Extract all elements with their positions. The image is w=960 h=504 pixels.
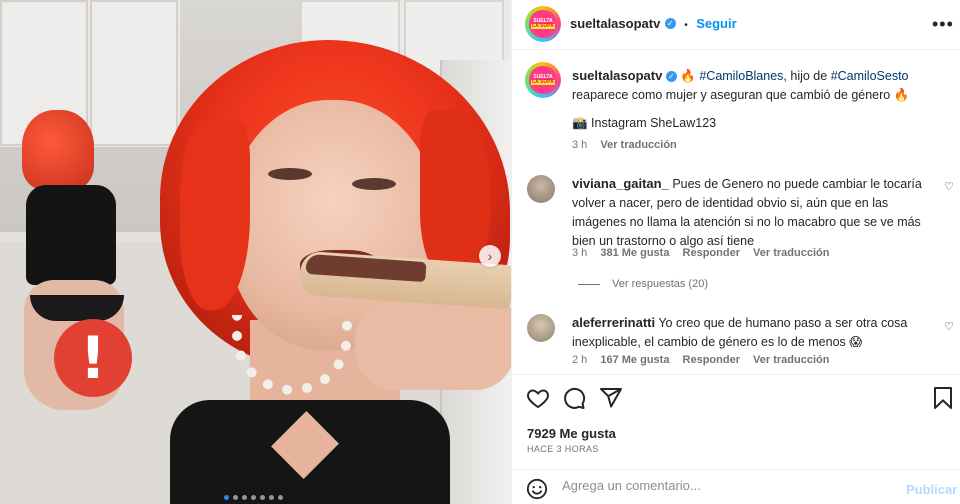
reflection-garment [30,295,124,321]
view-replies-button[interactable]: Ver respuestas (20) [612,278,708,290]
post-timestamp: HACE 3 HORAS [527,444,599,454]
carousel-dot [224,495,229,500]
logo-text: LA SOPA [531,78,555,85]
comment-username[interactable]: viviana_gaitan_ [572,176,669,191]
actions-divider [512,374,960,375]
heart-icon[interactable]: ♡ [944,180,954,193]
comment-input[interactable] [562,478,862,493]
post-header: SUELTA LA SOPA sueltalasopatv ✓ • Seguir… [512,0,960,50]
caption-username[interactable]: sueltalasopatv [572,68,662,83]
warning-icon: ! [54,319,132,397]
comment-icon[interactable] [562,386,586,410]
post-details-panel: SUELTA LA SOPA sueltalasopatv ✓ • Seguir… [511,0,960,504]
eye [268,168,312,180]
comment-body: viviana_gaitan_ Pues de Genero no puede … [572,174,942,251]
comment-username[interactable]: aleferrerinatti [572,315,655,330]
comment-bar: Publicar [512,469,960,504]
avatar[interactable]: SUELTA LA SOPA [525,6,561,42]
reflection-hair [22,110,94,190]
hair-strand [180,120,250,310]
carousel-indicator [224,495,283,500]
avatar[interactable] [527,175,555,203]
verified-badge-icon: ✓ [664,18,676,30]
carousel-dot [233,495,238,500]
replies-divider [578,284,600,285]
reply-button[interactable]: Responder [683,247,740,259]
heart-icon[interactable] [526,386,550,410]
post-caption: sueltalasopatv ✓ 🔥 #CamiloBlanes, hijo d… [572,66,942,105]
carousel-dot [269,495,274,500]
avatar[interactable]: SUELTA LA SOPA [525,62,561,98]
brand-logo: SUELTA LA SOPA [529,66,557,94]
timestamp[interactable]: 3 h [572,247,587,259]
post-image[interactable]: ! › [0,0,511,504]
more-options-icon[interactable]: ••• [932,14,954,35]
carousel-dot [251,495,256,500]
comment-body: aleferrerinatti Yo creo que de humano pa… [572,313,942,352]
hashtag-link[interactable]: #CamiloBlanes [699,69,783,83]
carousel-dot [260,495,265,500]
emoji-icon[interactable] [526,478,548,500]
brand-logo: SUELTA LA SOPA [529,10,557,38]
username-link[interactable]: sueltalasopatv [570,16,660,31]
hand [355,300,511,390]
comment-like-count[interactable]: 381 Me gusta [600,247,669,259]
comment-like-count[interactable]: 167 Me gusta [600,354,669,366]
timestamp[interactable]: 2 h [572,354,587,366]
caption-meta: 3 h Ver traducción [572,139,677,151]
follow-button[interactable]: Seguir [696,16,736,31]
send-icon[interactable] [599,386,623,410]
translate-link[interactable]: Ver traducción [753,247,829,259]
verified-badge-icon: ✓ [665,71,677,83]
comment-meta: 2 h 167 Me gusta Responder Ver traducció… [572,354,829,366]
carousel-dot [278,495,283,500]
avatar[interactable] [527,314,555,342]
heart-icon[interactable]: ♡ [944,320,954,333]
translate-link[interactable]: Ver traducción [753,354,829,366]
publish-button[interactable]: Publicar [906,482,957,497]
eye [352,178,396,190]
photo-credit: 📸 Instagram SheLaw123 [572,116,717,130]
reply-button[interactable]: Responder [683,354,740,366]
chevron-right-icon[interactable]: › [479,245,501,267]
reflection-top [26,185,116,285]
translate-link[interactable]: Ver traducción [600,139,676,151]
bookmark-icon[interactable] [932,386,954,410]
header-user-line: sueltalasopatv ✓ • Seguir [570,15,737,33]
hashtag-link[interactable]: #CamiloSesto [831,69,909,83]
comment-meta: 3 h 381 Me gusta Responder Ver traducció… [572,247,829,259]
caption-text: 🔥 [680,69,700,83]
separator-dot: • [684,20,688,31]
carousel-dot [242,495,247,500]
caption-text: , hijo de [783,69,831,83]
caption-text: reaparece como mujer y aseguran que camb… [572,88,910,102]
logo-text: LA SOPA [531,22,555,29]
timestamp[interactable]: 3 h [572,139,587,151]
like-count[interactable]: 7929 Me gusta [527,426,616,441]
